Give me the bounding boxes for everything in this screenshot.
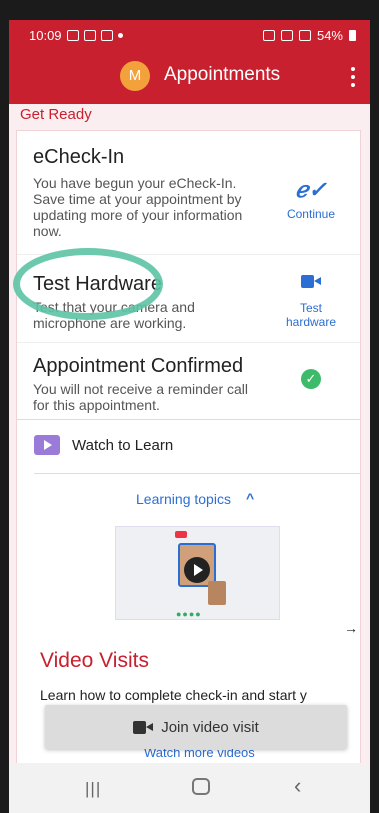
- call-controls: ●●●●: [176, 609, 202, 619]
- status-time: 10:09: [29, 28, 62, 43]
- test-hardware-button[interactable]: Test hardware: [276, 275, 346, 329]
- record-icon: [175, 531, 187, 538]
- avatar[interactable]: M: [120, 61, 150, 91]
- notification-icon: [83, 30, 96, 41]
- video-camera-icon: [133, 720, 154, 734]
- page-title: Appointments: [164, 64, 281, 85]
- device-frame: 10:09 54% M Appointments Get Ready eChec…: [0, 0, 379, 813]
- video-visits-title: Video Visits: [40, 649, 149, 672]
- video-thumbnail[interactable]: ●●●●: [115, 526, 280, 620]
- appointment-confirmed-title: Appointment Confirmed: [33, 355, 244, 377]
- join-video-visit-button[interactable]: Join video visit: [45, 705, 347, 749]
- callee-avatar: [208, 581, 226, 605]
- section-label: Get Ready: [20, 106, 92, 123]
- screen: 10:09 54% M Appointments Get Ready eChec…: [9, 20, 370, 813]
- learn-title: Watch to Learn: [72, 437, 174, 454]
- back-icon[interactable]: ‹: [294, 773, 301, 799]
- home-icon[interactable]: [192, 778, 210, 795]
- wifi-icon: [298, 30, 311, 41]
- mute-icon: [280, 30, 293, 41]
- appointment-confirmed-description: You will not receive a reminder call for…: [33, 381, 249, 413]
- notification-icon: [66, 30, 79, 41]
- check-circle-icon: ✓: [301, 369, 321, 389]
- video-library-icon: [34, 435, 60, 455]
- test-hardware-label: Test hardware: [285, 301, 337, 329]
- echeckin-description: You have begun your eCheck-In. Save time…: [33, 175, 243, 239]
- echeckin-row[interactable]: eCheck-In You have begun your eCheck-In.…: [17, 131, 360, 255]
- appointment-confirmed-row: Appointment Confirmed You will not recei…: [17, 343, 360, 425]
- highlight-circle: [13, 248, 163, 320]
- join-video-visit-label: Join video visit: [161, 718, 259, 736]
- signature-icon: ℯ✓: [295, 177, 327, 202]
- divider: [34, 473, 360, 474]
- battery-icon: [349, 30, 356, 41]
- recent-apps-icon[interactable]: |||: [85, 779, 101, 799]
- learning-topics-toggle[interactable]: Learning topics: [136, 491, 231, 507]
- system-nav-bar: ||| ‹: [9, 763, 370, 813]
- continue-button[interactable]: ℯ✓ Continue: [276, 177, 346, 222]
- alarm-icon: [262, 30, 275, 41]
- camera-icon: [301, 275, 321, 288]
- app-bar: M Appointments: [9, 50, 370, 104]
- continue-label: Continue: [286, 207, 336, 221]
- status-bar: 10:09 54%: [9, 20, 370, 50]
- more-options-icon[interactable]: [348, 64, 358, 90]
- battery-percent: 54%: [316, 28, 343, 43]
- next-arrow[interactable]: →: [344, 620, 358, 636]
- play-icon[interactable]: [184, 557, 210, 583]
- notification-icon: [100, 30, 113, 41]
- echeckin-title: eCheck-In: [33, 146, 125, 168]
- dot-icon: [117, 33, 123, 38]
- video-visits-description: Learn how to complete check-in and start…: [40, 687, 307, 703]
- chevron-up-icon[interactable]: ^: [246, 490, 254, 506]
